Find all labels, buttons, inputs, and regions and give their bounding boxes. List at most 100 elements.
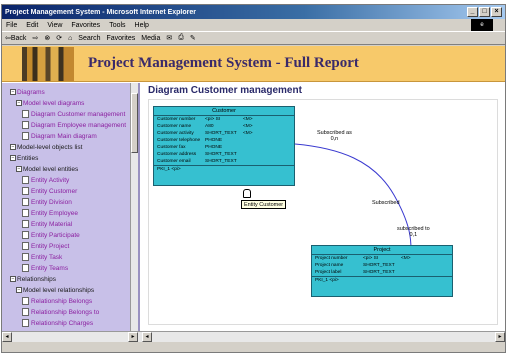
close-button[interactable]: × (491, 7, 502, 17)
relationship-label-bottom: subscribed to 0,1 (397, 226, 430, 238)
minimize-button[interactable]: _ (467, 7, 478, 17)
tree-item[interactable]: Relationship Charges (22, 318, 93, 328)
entity-attribute-row: Customer name A80 <M> (154, 123, 294, 130)
attribute-cell: SHORT_TEXT (205, 159, 237, 164)
print-icon[interactable]: ⎙ (178, 34, 184, 42)
page-icon (22, 242, 29, 250)
tree-item-label: Entity Teams (31, 264, 69, 272)
report-banner: Project Management System - Full Report (2, 46, 505, 82)
tree-item[interactable]: Diagram Employee management (22, 120, 126, 130)
attribute-cell: Customer activity (157, 131, 194, 136)
entity-customer-name: Customer (154, 107, 294, 116)
tree-item[interactable]: − Model-level objects list (10, 142, 82, 152)
entity-attribute-row: Customer address SHORT_TEXT (154, 151, 294, 158)
maximize-button[interactable]: □ (479, 7, 490, 17)
tree-item[interactable]: Entity Material (22, 219, 72, 229)
entity-customer[interactable]: Customer Customer number <pi> SI <M> Custom… (153, 106, 295, 186)
tree-item[interactable]: Entity Project (22, 241, 69, 251)
tree-item[interactable]: − Diagrams (10, 87, 45, 97)
tree-item[interactable]: − Entities (10, 153, 38, 163)
entity-attribute-row: Customer telephone PHONE (154, 137, 294, 144)
tree-item[interactable]: Entity Division (22, 197, 72, 207)
browser-window: Project Management System - Microsoft In… (1, 4, 506, 353)
page-icon (22, 187, 29, 195)
forward-button[interactable]: ⇨ (32, 34, 38, 42)
menu-favorites[interactable]: Favorites (71, 22, 100, 29)
edit-icon[interactable]: ✎ (190, 34, 196, 42)
home-icon[interactable]: ⌂ (68, 35, 72, 42)
tree-item[interactable]: Entity Task (22, 252, 62, 262)
page-icon (22, 121, 29, 129)
scroll-right-pane-left-button[interactable]: ◂ (142, 332, 152, 342)
entity-attribute-row: Project label SHORT_TEXT (312, 269, 452, 276)
tree-item[interactable]: − Model level diagrams (16, 98, 84, 108)
page-icon (22, 253, 29, 261)
tree-item[interactable]: − Model level entities (16, 164, 78, 174)
back-button[interactable]: ⇦Back (5, 34, 26, 42)
menu-file[interactable]: File (6, 22, 17, 29)
tree-item[interactable]: − Model level relationships (16, 285, 94, 295)
page-icon (22, 176, 29, 184)
tree-scrollbar-thumb[interactable] (131, 93, 138, 153)
page-icon (22, 264, 29, 272)
tree-item[interactable]: Diagram Customer management (22, 109, 125, 119)
entity-project-name: Project (312, 246, 452, 255)
collapse-icon: − (10, 89, 16, 95)
tree-item-label: Diagram Main diagram (31, 132, 97, 140)
mail-icon[interactable]: ✉ (166, 34, 172, 42)
stop-icon[interactable]: ⊗ (44, 34, 50, 42)
attribute-cell: Customer number (157, 117, 196, 122)
banner-logo-image (22, 46, 74, 81)
page-icon (22, 209, 29, 217)
tree-item-label: Model-level objects list (17, 143, 83, 151)
attribute-cell: PHONE (205, 145, 223, 150)
tree-item-label: Diagram Employee management (31, 121, 127, 129)
page-icon (22, 110, 29, 118)
tree-item[interactable]: Relationship Belongs to (22, 307, 99, 317)
tree-scrollbar[interactable] (130, 83, 138, 331)
entity-project[interactable]: Project Project number <pi> SI <M> Project … (311, 245, 453, 297)
collapse-icon: − (10, 155, 16, 161)
diagram-canvas: Customer Customer number <pi> SI <M> Custom… (148, 99, 498, 325)
tree-item[interactable]: Entity Customer (22, 186, 77, 196)
tree-item[interactable]: Relationship Belongs (22, 296, 92, 306)
attribute-cell: Customer name (157, 124, 192, 129)
attribute-cell: <M> (401, 256, 411, 261)
menu-tools[interactable]: Tools (109, 22, 125, 29)
tree-item-label: Relationship Belongs (31, 297, 93, 305)
diagram-pane: Diagram Customer management Customer Cus… (142, 83, 505, 331)
menu-view[interactable]: View (47, 22, 62, 29)
favorites-button[interactable]: Favorites (106, 35, 135, 42)
refresh-icon[interactable]: ⟳ (56, 34, 62, 42)
menu-help[interactable]: Help (135, 22, 149, 29)
toolbar: ⇦Back ⇨ ⊗ ⟳ ⌂ Search Favorites Media ✉ ⎙… (2, 31, 505, 45)
tree-item[interactable]: Entity Teams (22, 263, 68, 273)
tree-item-label: Model level diagrams (23, 99, 85, 107)
scroll-left-button[interactable]: ◂ (2, 332, 12, 342)
tree-item-label: Model level relationships (23, 286, 95, 294)
menu-edit[interactable]: Edit (26, 22, 38, 29)
tree-item[interactable]: Entity Activity (22, 175, 69, 185)
report-title: Project Management System - Full Report (88, 55, 359, 71)
attribute-cell: <pi> SI (205, 117, 221, 122)
tree-item-label: Relationship Belongs to (31, 308, 100, 316)
search-button[interactable]: Search (78, 35, 100, 42)
attribute-cell: <M> (243, 124, 253, 129)
tree-item-label: Entity Participate (31, 231, 80, 239)
collapse-icon: − (10, 276, 16, 282)
attribute-cell: <pi> SI (363, 256, 379, 261)
tree-item[interactable]: Diagram Main diagram (22, 131, 97, 141)
page-icon (22, 132, 29, 140)
attribute-cell: PHONE (205, 138, 223, 143)
tree-item[interactable]: − Relationships (10, 274, 56, 284)
page-icon (22, 319, 29, 327)
attribute-cell: Project name (315, 263, 344, 268)
scroll-right-button[interactable]: ▸ (495, 332, 505, 342)
horizontal-scrollbar[interactable]: ◂ ▸ ◂ ▸ (2, 331, 505, 342)
scroll-left-pane-button[interactable]: ▸ (128, 332, 138, 342)
media-button[interactable]: Media (141, 35, 160, 42)
tree-item[interactable]: Entity Participate (22, 230, 80, 240)
relationship-label-mid: Subscribed (372, 200, 400, 206)
tree-item[interactable]: Entity Employee (22, 208, 78, 218)
tree-item-label: Entity Division (31, 198, 72, 206)
